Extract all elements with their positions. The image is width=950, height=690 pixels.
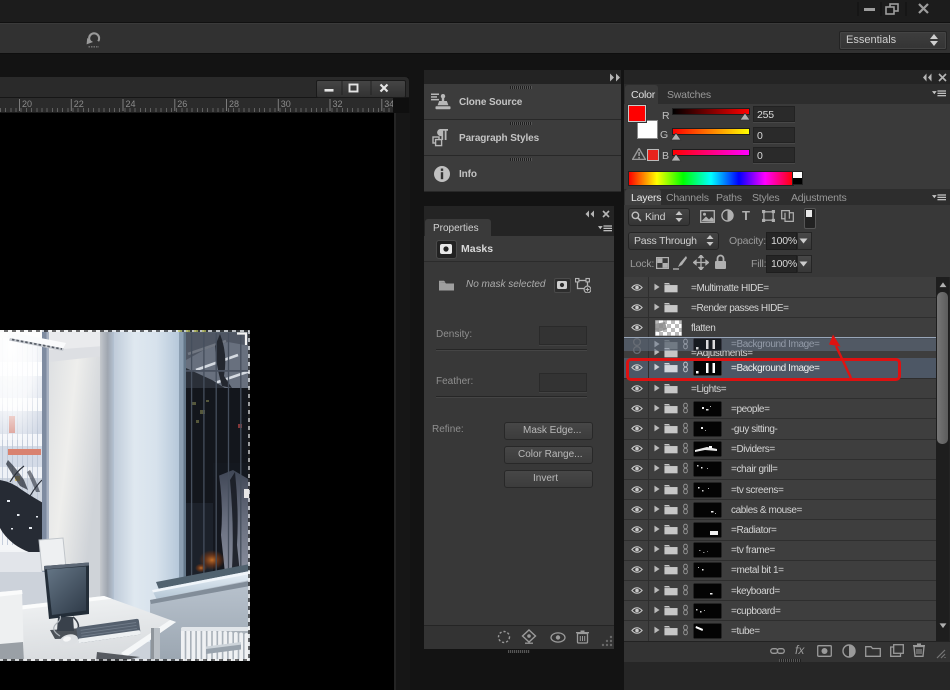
svg-text:22: 22 [74,99,84,109]
svg-text:28: 28 [229,99,239,109]
svg-text:26: 26 [177,99,187,109]
svg-text:24: 24 [126,99,136,109]
svg-text:32: 32 [333,99,343,109]
svg-text:20: 20 [22,99,32,109]
svg-text:30: 30 [281,99,291,109]
svg-text:34: 34 [384,99,393,109]
